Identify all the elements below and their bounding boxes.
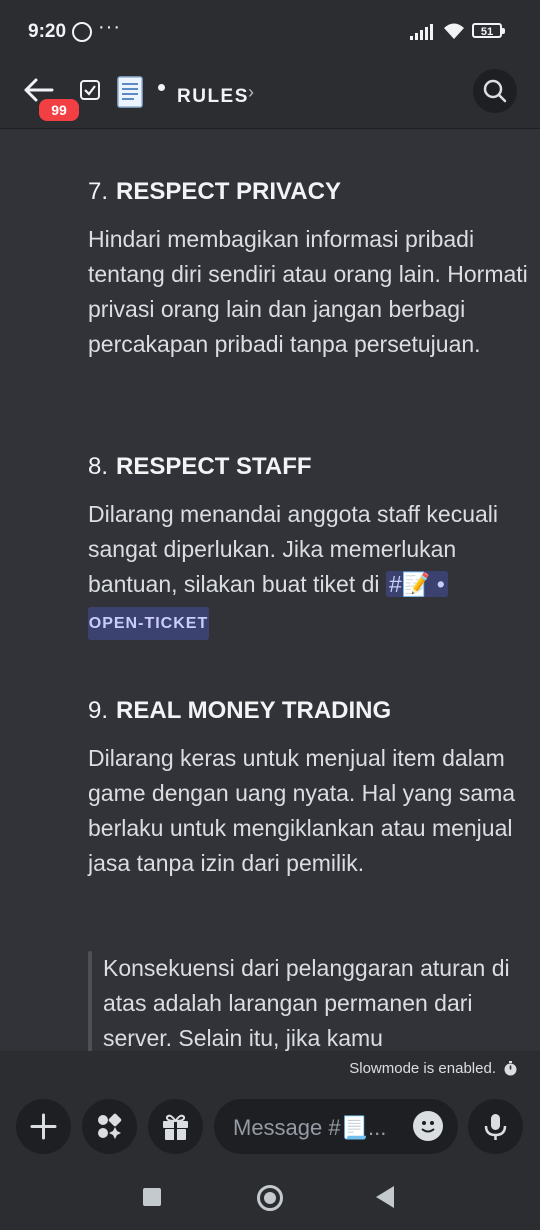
status-time: 9:20 [28, 21, 67, 42]
status-bar: 9:20 ··· 51 [0, 0, 540, 62]
blockquote-bar [88, 951, 92, 1051]
gift-button[interactable] [148, 1099, 203, 1154]
channel-mention-open-ticket[interactable]: OPEN-TICKET [88, 607, 209, 640]
battery-icon: 51 [472, 23, 505, 38]
rule-body: Dilarang keras untuk menjual item dalam … [88, 745, 516, 876]
rule-title: REAL MONEY TRADING [116, 697, 392, 724]
microphone-icon [484, 1114, 507, 1140]
more-dots-icon: ··· [98, 16, 121, 38]
rule-body: Hindari membagikan informasi pribadi ten… [88, 226, 528, 357]
apps-button[interactable] [82, 1099, 137, 1154]
message-content: 7. RESPECT PRIVACY Hindari membagikan inf… [0, 129, 540, 1051]
page-emoji-icon [117, 76, 143, 108]
apps-icon [98, 1113, 122, 1139]
channel-title[interactable]: RULES [177, 86, 249, 108]
rule-number: 9. [88, 697, 109, 724]
voice-message-button[interactable] [468, 1099, 523, 1154]
rule-title: RESPECT STAFF [116, 453, 312, 480]
recent-apps-icon[interactable] [143, 1188, 161, 1206]
whatsapp-icon [72, 22, 92, 42]
rule-number: 7. [88, 178, 109, 205]
rule-body: Dilarang menandai anggota staff kecuali … [88, 497, 528, 602]
checklist-icon [80, 80, 100, 100]
gift-icon [163, 1114, 188, 1140]
timer-icon [504, 1061, 517, 1076]
separator-dot [158, 84, 165, 91]
chevron-right-icon[interactable]: › [248, 82, 254, 103]
wifi-icon [444, 23, 464, 39]
rule-heading: 7. RESPECT PRIVACY [88, 178, 341, 206]
slowmode-bar: Slowmode is enabled. [0, 1051, 540, 1086]
message-placeholder: Message #📃... [233, 1115, 387, 1140]
home-icon[interactable] [257, 1185, 283, 1211]
plus-icon [30, 1113, 57, 1140]
search-icon [483, 79, 507, 103]
channel-header: 99 RULES › [0, 62, 540, 129]
rule-heading: 8. RESPECT STAFF [88, 453, 312, 481]
unread-badge: 99 [36, 96, 82, 124]
channel-mention-prefix[interactable]: #📝 • [385, 571, 448, 597]
system-nav-bar [0, 1168, 540, 1230]
slowmode-text: Slowmode is enabled. [349, 1060, 496, 1077]
add-attachment-button[interactable] [16, 1099, 71, 1154]
rule-title: RESPECT PRIVACY [116, 178, 341, 205]
blockquote: Konsekuensi dari pelanggaran aturan di a… [103, 955, 510, 1051]
message-composer: Message #📃... [0, 1086, 540, 1168]
signal-icon [410, 24, 433, 40]
search-button[interactable] [473, 69, 517, 113]
emoji-button[interactable] [413, 1111, 443, 1141]
message-input[interactable]: Message #📃... [214, 1099, 458, 1154]
back-icon[interactable] [376, 1186, 394, 1208]
rule-number: 8. [88, 453, 109, 480]
rule-heading: 9. REAL MONEY TRADING [88, 697, 391, 725]
emoji-icon [421, 1121, 435, 1133]
